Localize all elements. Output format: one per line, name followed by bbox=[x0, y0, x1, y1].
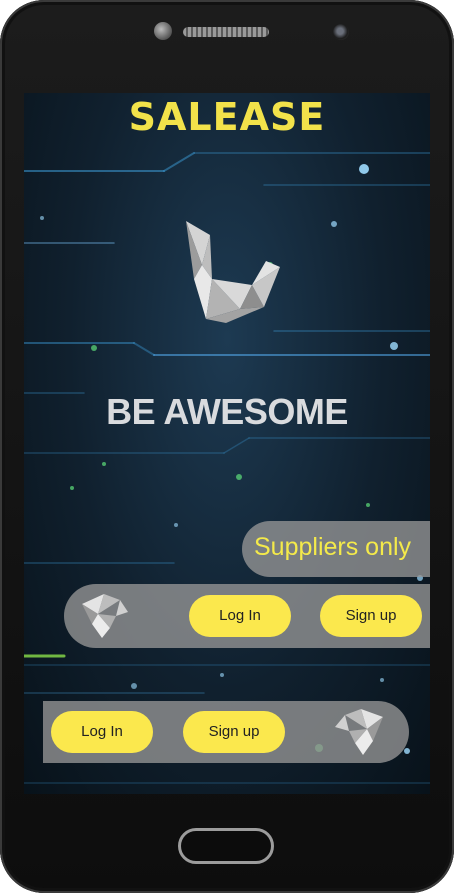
circuit-background bbox=[24, 152, 430, 784]
app-title: SALEASE bbox=[128, 95, 326, 139]
suppliers-auth-panel: Log In Sign up bbox=[64, 584, 430, 648]
customer-signup-button[interactable]: Sign up bbox=[183, 711, 285, 753]
proximity-sensor bbox=[154, 22, 172, 40]
phone-frame: SALEASE BE AWESOME Suppliers only Log In… bbox=[0, 0, 454, 893]
home-button[interactable] bbox=[178, 828, 274, 864]
supplier-login-button[interactable]: Log In bbox=[189, 595, 291, 637]
origami-swan-icon bbox=[335, 709, 383, 755]
origami-swan-icon bbox=[186, 221, 280, 323]
origami-swan-icon bbox=[82, 594, 128, 638]
tagline: BE AWESOME bbox=[106, 391, 348, 432]
suppliers-only-label: Suppliers only bbox=[254, 533, 412, 561]
earpiece-speaker bbox=[183, 27, 269, 37]
customers-auth-panel: Log In Sign up bbox=[43, 701, 409, 763]
customer-login-button[interactable]: Log In bbox=[51, 711, 153, 753]
front-camera-icon bbox=[333, 24, 349, 40]
suppliers-section-header: Suppliers only bbox=[242, 521, 430, 577]
supplier-signup-button[interactable]: Sign up bbox=[320, 595, 422, 637]
app-screen: SALEASE BE AWESOME Suppliers only Log In… bbox=[24, 93, 430, 794]
